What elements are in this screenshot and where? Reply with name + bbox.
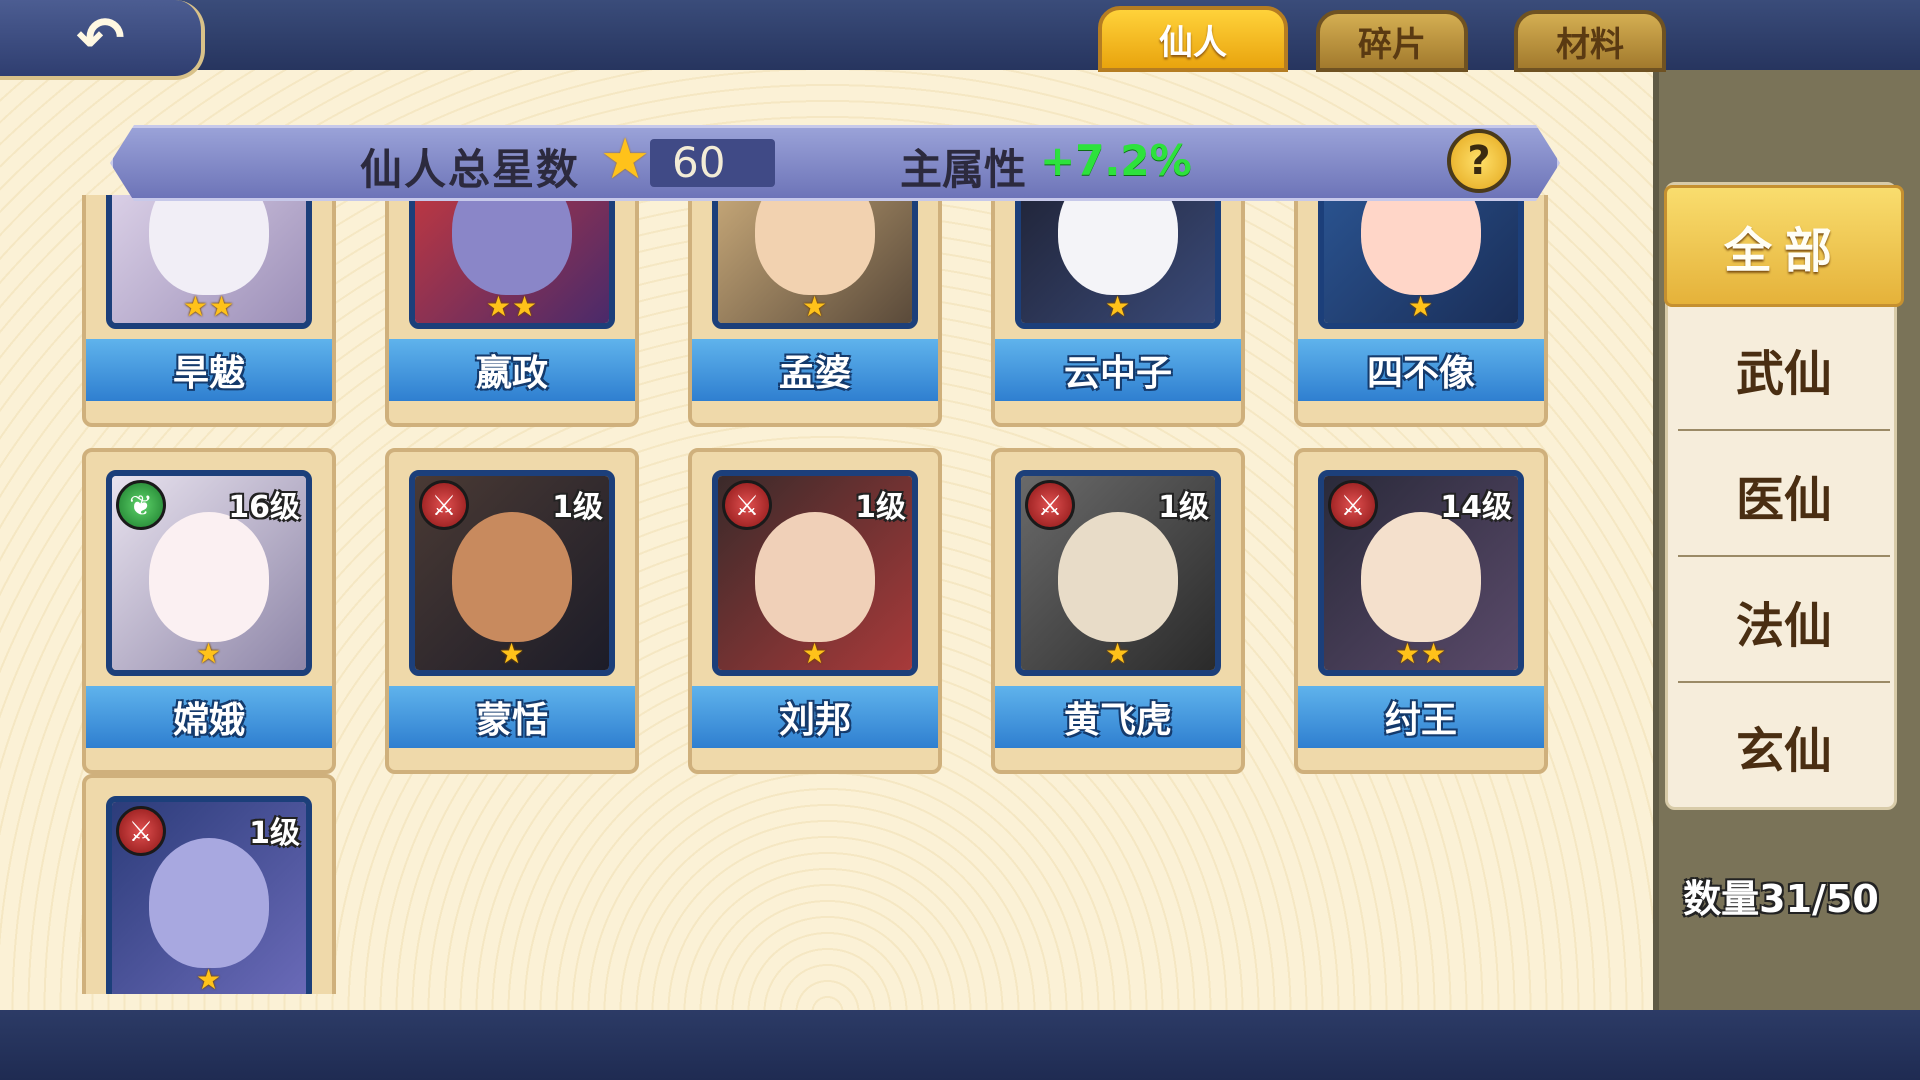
hero-card[interactable]: ★★ 旱魃 xyxy=(82,195,336,427)
hero-card[interactable]: ⚔ 1级 ★ xyxy=(82,774,336,994)
hero-card[interactable]: ⚔ 1级 ★ 黄飞虎 xyxy=(991,448,1245,774)
category-all[interactable]: 全部 xyxy=(1664,185,1904,307)
sword-element-icon: ⚔ xyxy=(1328,480,1378,530)
star-total-value: 60 xyxy=(672,138,726,187)
hero-portrait: ★ xyxy=(712,195,918,329)
hero-card[interactable]: ★ 孟婆 xyxy=(688,195,942,427)
sword-element-icon: ⚔ xyxy=(419,480,469,530)
hero-portrait: ★ xyxy=(1015,195,1221,329)
hero-card[interactable]: ⚔ 1级 ★ 刘邦 xyxy=(688,448,942,774)
sword-element-icon: ⚔ xyxy=(1025,480,1075,530)
hero-card[interactable]: ★★ 嬴政 xyxy=(385,195,639,427)
hero-name: 嬴政 xyxy=(389,339,635,401)
hero-stars: ★ xyxy=(195,963,223,994)
star-total-label: 仙人总星数 xyxy=(360,145,581,194)
hero-level: 14级 xyxy=(1440,490,1512,525)
hero-stars: ★★ xyxy=(182,290,236,323)
sword-element-icon: ⚔ xyxy=(722,480,772,530)
hero-portrait: ★★ xyxy=(409,195,615,329)
hero-level: 1级 xyxy=(855,490,906,525)
hero-name: 孟婆 xyxy=(692,339,938,401)
hero-stars: ★ xyxy=(1104,290,1132,323)
hero-name: 云中子 xyxy=(995,339,1241,401)
star-icon: ★ xyxy=(600,127,651,192)
leaf-element-icon: ❦ xyxy=(116,480,166,530)
question-icon: ? xyxy=(1467,138,1491,184)
back-arrow-icon: ↶ xyxy=(76,4,125,72)
hero-portrait: ⚔ 1级 ★ xyxy=(712,470,918,676)
hero-stars: ★★ xyxy=(1394,637,1448,670)
hero-stars: ★ xyxy=(1407,290,1435,323)
hero-stars: ★ xyxy=(195,637,223,670)
hero-level: 1级 xyxy=(1158,490,1209,525)
tab-fragments[interactable]: 碎片 xyxy=(1316,10,1468,72)
hero-portrait: ⚔ 1级 ★ xyxy=(1015,470,1221,676)
hero-name: 四不像 xyxy=(1298,339,1544,401)
tab-immortals[interactable]: 仙人 xyxy=(1098,6,1288,72)
hero-card[interactable]: ★ 四不像 xyxy=(1294,195,1548,427)
back-button[interactable]: ↶ xyxy=(0,0,205,80)
hero-name: 黄飞虎 xyxy=(995,686,1241,748)
hero-stars: ★★ xyxy=(485,290,539,323)
main-attribute-label: 主属性 xyxy=(900,145,1027,194)
star-summary-banner xyxy=(110,125,1560,201)
hero-name: 刘邦 xyxy=(692,686,938,748)
hero-portrait: ★ xyxy=(1318,195,1524,329)
category-menu: 全部 武仙 医仙 法仙 玄仙 xyxy=(1664,182,1904,810)
category-warrior[interactable]: 武仙 xyxy=(1678,309,1890,431)
hero-name: 蒙恬 xyxy=(389,686,635,748)
hero-name: 旱魃 xyxy=(86,339,332,401)
hero-row-partial: ★★ 旱魃 ★★ 嬴政 ★ 孟婆 ★ 云中子 ★ 四不像 xyxy=(0,195,1600,431)
hero-card[interactable]: ❦ 16级 ★ 嫦娥 xyxy=(82,448,336,774)
hero-name: 纣王 xyxy=(1298,686,1544,748)
tab-materials[interactable]: 材料 xyxy=(1514,10,1666,72)
hero-level: 1级 xyxy=(249,816,300,851)
hero-stars: ★ xyxy=(801,637,829,670)
bottom-bar xyxy=(0,1010,1920,1080)
category-mage[interactable]: 法仙 xyxy=(1678,561,1890,683)
hero-stars: ★ xyxy=(1104,637,1132,670)
hero-portrait: ⚔ 1级 ★ xyxy=(106,796,312,994)
hero-portrait: ⚔ 1级 ★ xyxy=(409,470,615,676)
category-mystic[interactable]: 玄仙 xyxy=(1678,685,1890,807)
hero-card[interactable]: ⚔ 14级 ★★ 纣王 xyxy=(1294,448,1548,774)
sword-element-icon: ⚔ xyxy=(116,806,166,856)
hero-portrait: ★★ xyxy=(106,195,312,329)
main-attribute-bonus: +7.2% xyxy=(1040,136,1192,185)
hero-portrait: ⚔ 14级 ★★ xyxy=(1318,470,1524,676)
hero-card[interactable]: ★ 云中子 xyxy=(991,195,1245,427)
hero-level: 16级 xyxy=(228,490,300,525)
hero-level: 1级 xyxy=(552,490,603,525)
hero-row-cut: ⚔ 1级 ★ xyxy=(0,760,400,994)
hero-card[interactable]: ⚔ 1级 ★ 蒙恬 xyxy=(385,448,639,774)
help-button[interactable]: ? xyxy=(1447,129,1511,193)
hero-count: 数量31/50 xyxy=(1683,877,1879,921)
hero-portrait: ❦ 16级 ★ xyxy=(106,470,312,676)
hero-stars: ★ xyxy=(801,290,829,323)
hero-name: 嫦娥 xyxy=(86,686,332,748)
hero-stars: ★ xyxy=(498,637,526,670)
category-healer[interactable]: 医仙 xyxy=(1678,435,1890,557)
